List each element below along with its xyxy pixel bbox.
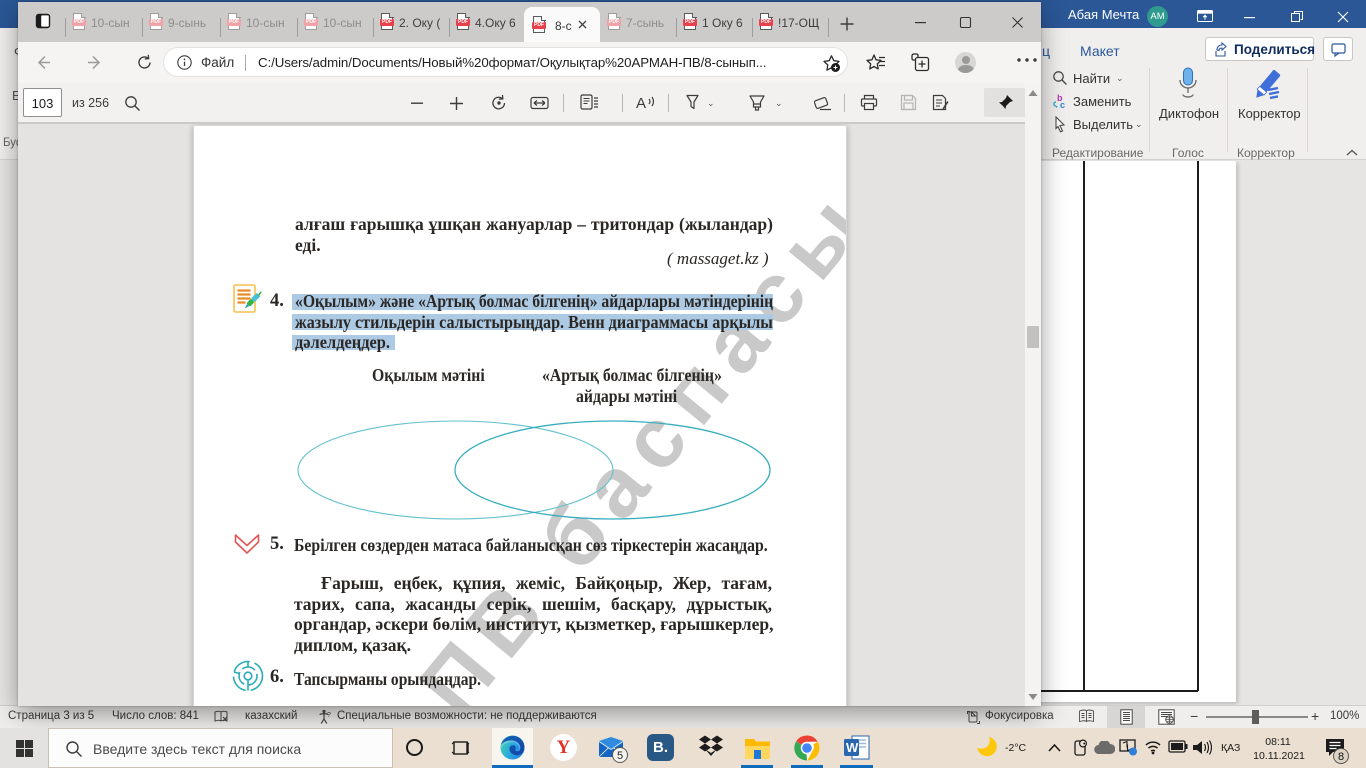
svg-text:W: W	[846, 740, 859, 755]
svg-text:c: c	[1060, 100, 1065, 110]
svg-text:A: A	[636, 95, 646, 112]
svg-text:?: ?	[327, 712, 331, 719]
